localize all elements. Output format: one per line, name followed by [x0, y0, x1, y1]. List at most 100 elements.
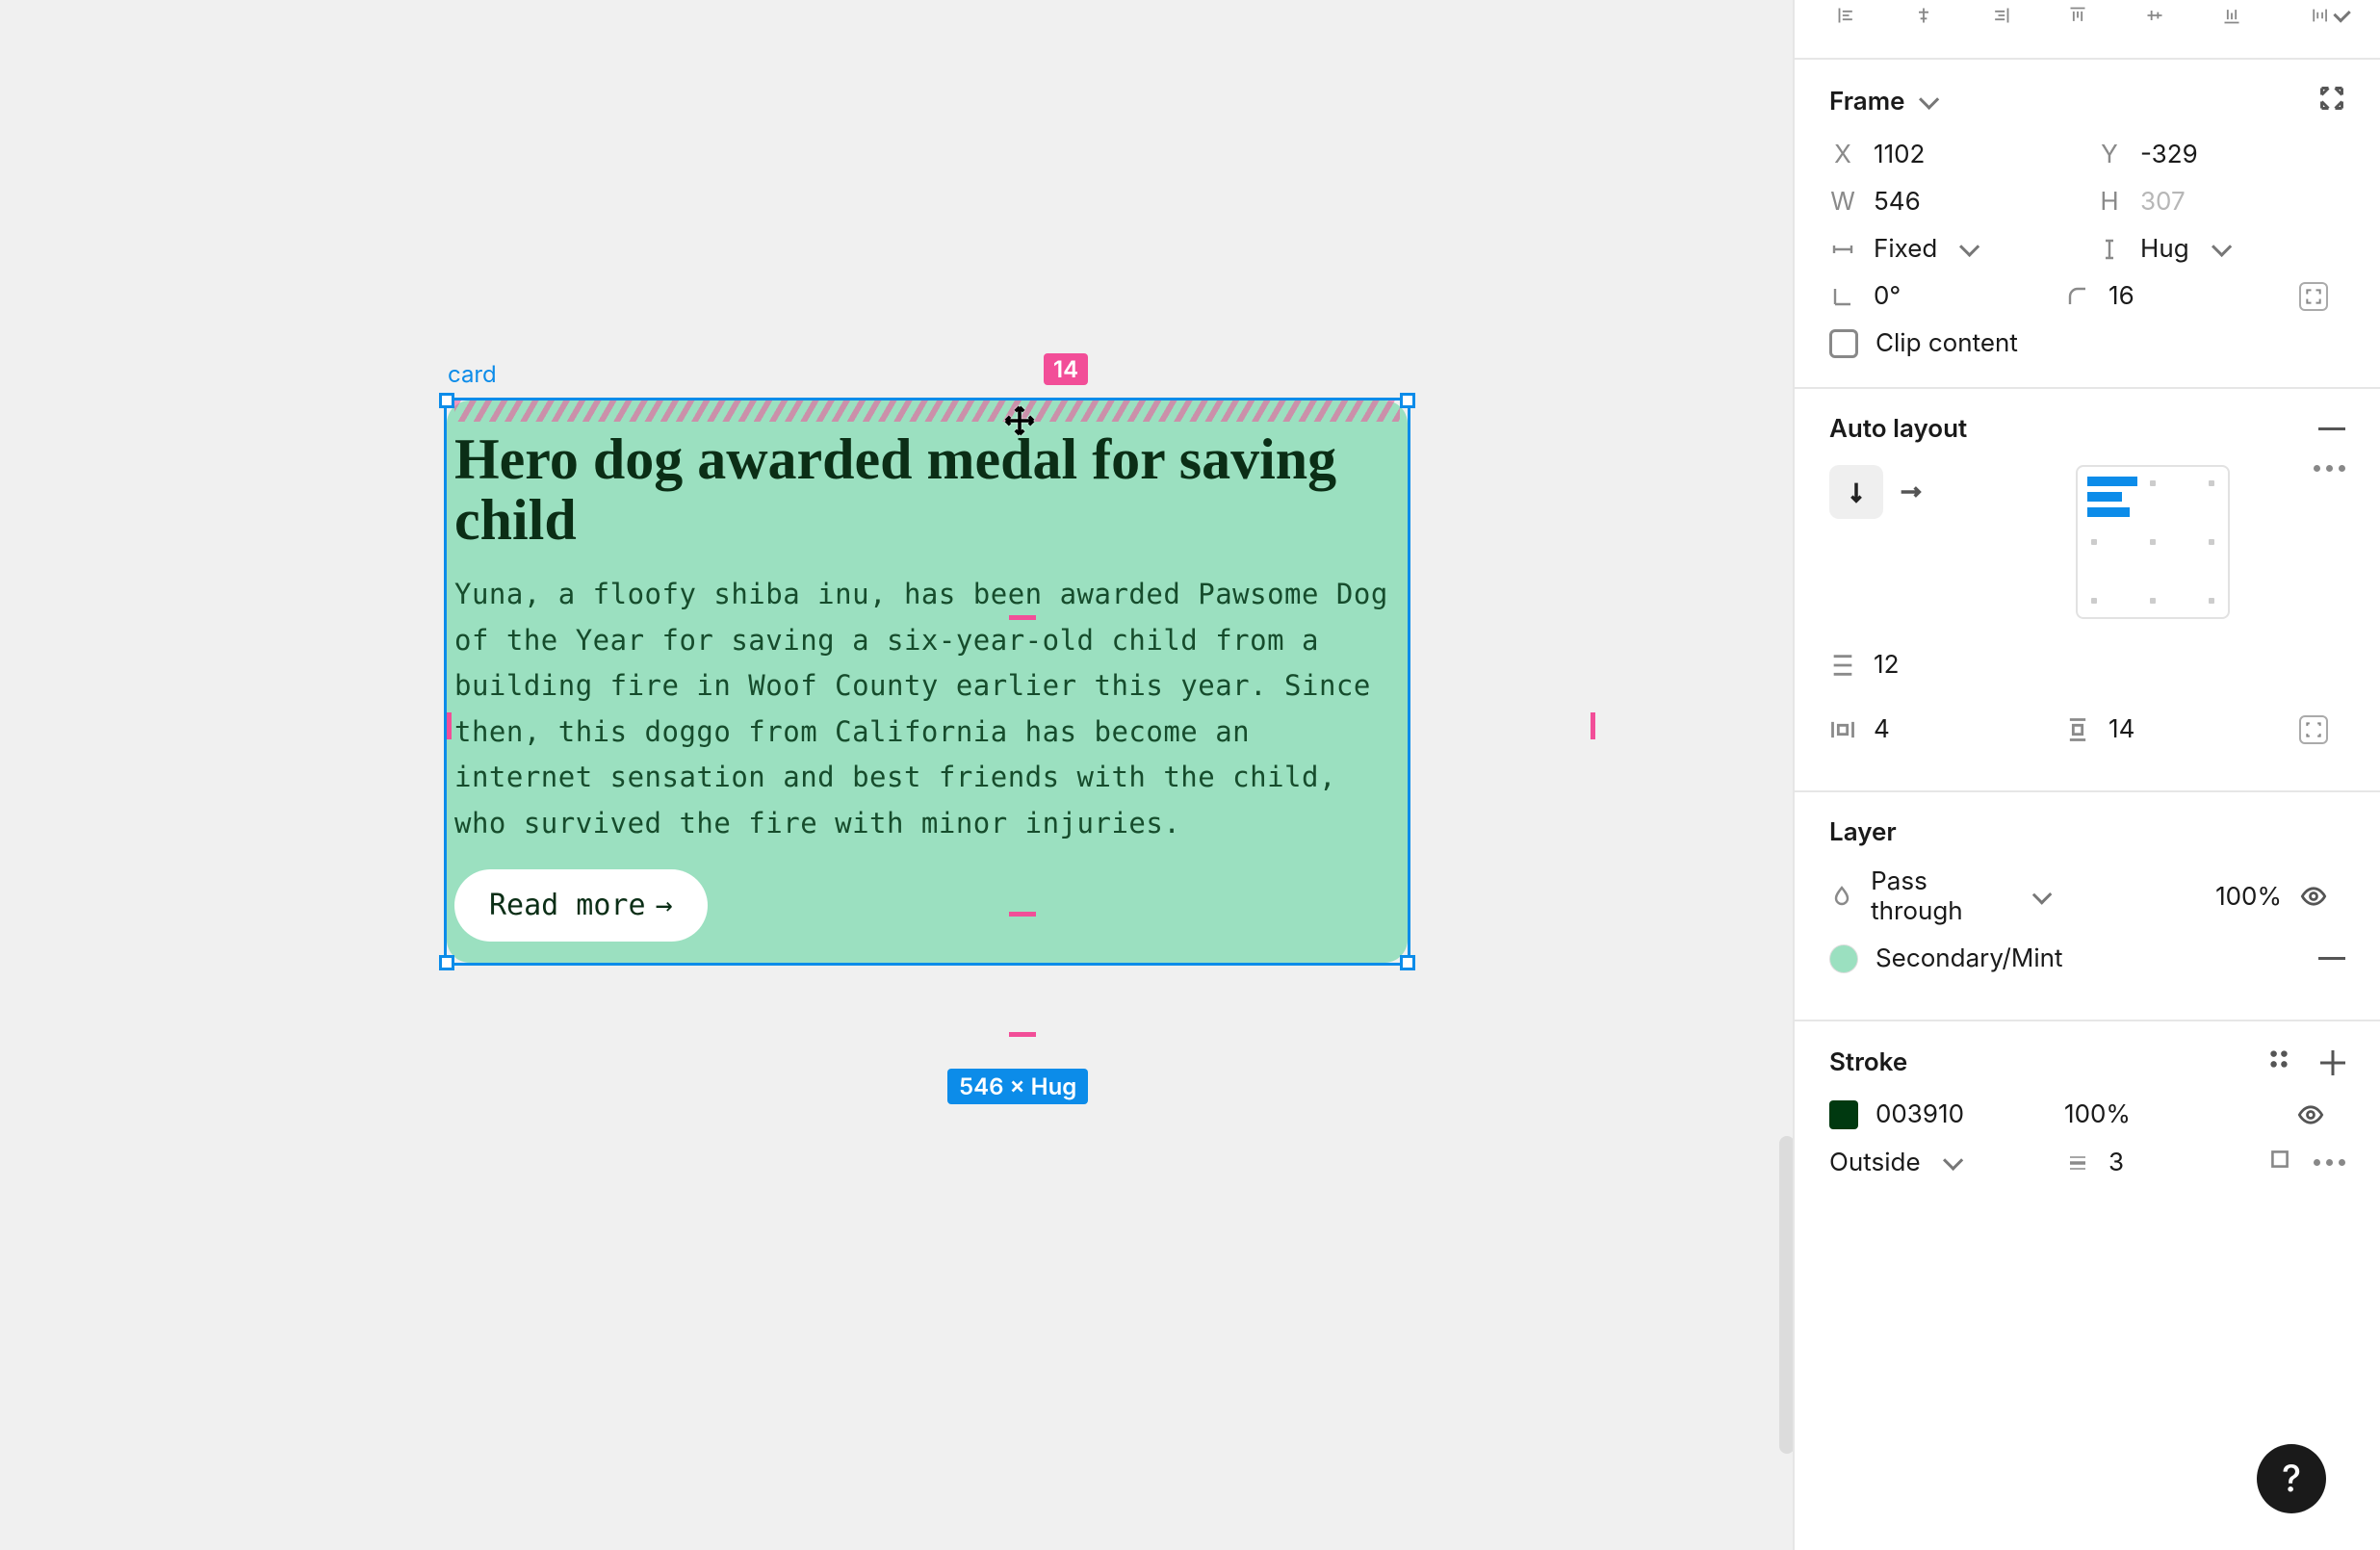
card-frame[interactable]: Hero dog awarded medal for saving child … — [447, 400, 1408, 963]
y-label: Y — [2096, 140, 2123, 169]
stroke-opacity: 100% — [2064, 1099, 2131, 1129]
stroke-sides-icon[interactable] — [2267, 1147, 2292, 1178]
stroke-title: Stroke — [1829, 1047, 1907, 1077]
selected-frame[interactable]: Hero dog awarded medal for saving child … — [444, 398, 1410, 966]
spacing-tick[interactable] — [447, 712, 452, 739]
autolayout-section: Auto layout — [1795, 389, 2380, 792]
padding-horizontal-icon — [1829, 716, 1856, 743]
alignment-box[interactable] — [2076, 465, 2230, 619]
design-panel: Frame X 1102 Y -329 W 546 H — [1793, 0, 2380, 1550]
stroke-section: Stroke 003910 100% — [1795, 1021, 2380, 1225]
corner-radius-icon — [2064, 283, 2091, 310]
stroke-swatch-icon — [1829, 1100, 1858, 1129]
align-right-icon[interactable] — [1983, 0, 2018, 31]
clip-content-label: Clip content — [1876, 328, 2018, 358]
stroke-hex: 003910 — [1876, 1099, 1964, 1129]
align-left-icon[interactable] — [1829, 0, 1864, 31]
align-top-icon[interactable] — [2060, 0, 2095, 31]
resize-handle-top-right[interactable] — [1400, 393, 1415, 408]
padding-vertical-icon — [2064, 716, 2091, 743]
distribute-icon[interactable] — [2311, 0, 2345, 31]
read-more-button[interactable]: Read more → — [454, 869, 708, 942]
fill-style-row[interactable]: Secondary/Mint — [1829, 943, 2282, 973]
canvas[interactable]: card 14 Hero dog awarded medal for savin… — [0, 0, 1793, 1550]
arrow-right-icon: → — [656, 889, 673, 922]
add-stroke-button[interactable] — [2320, 1050, 2345, 1075]
stroke-more-button[interactable] — [2314, 1159, 2345, 1166]
vertical-constraint-icon — [2096, 236, 2123, 263]
corner-radius-field[interactable]: 16 — [2064, 281, 2282, 311]
stroke-color-field[interactable]: 003910 — [1829, 1099, 2047, 1129]
stroke-styles-icon[interactable] — [2266, 1046, 2291, 1078]
direction-horizontal-button[interactable] — [1883, 465, 1937, 519]
gap-field[interactable]: 12 — [1829, 650, 2345, 680]
w-mode-select[interactable]: Fixed — [1829, 234, 2079, 264]
visibility-toggle[interactable] — [2299, 882, 2328, 911]
h-mode-value: Hug — [2140, 234, 2189, 264]
x-value: 1102 — [1874, 140, 1925, 169]
blend-icon — [1829, 883, 1853, 910]
read-more-label: Read more — [489, 889, 646, 922]
resize-to-fit-icon[interactable] — [2318, 85, 2345, 118]
card-body[interactable]: Yuna, a floofy shiba inu, has been award… — [454, 572, 1400, 846]
h-field[interactable]: H 307 — [2096, 187, 2345, 217]
stroke-opacity-field[interactable]: 100% — [2064, 1099, 2282, 1129]
padding-vertical-field[interactable]: 14 — [2064, 714, 2282, 744]
h-value: 307 — [2140, 187, 2186, 217]
stroke-position-select[interactable]: Outside — [1829, 1148, 2047, 1177]
stroke-visibility-toggle[interactable] — [2297, 1100, 2324, 1129]
rotation-value: 0° — [1874, 281, 1901, 311]
opacity-value: 100% — [2215, 882, 2282, 912]
detach-style-button[interactable] — [2318, 957, 2345, 960]
stroke-weight: 3 — [2108, 1148, 2124, 1177]
stroke-position: Outside — [1829, 1148, 1921, 1177]
h-mode-select[interactable]: Hug — [2096, 234, 2345, 264]
w-field[interactable]: W 546 — [1829, 187, 2079, 217]
w-mode-value: Fixed — [1874, 234, 1937, 264]
w-label: W — [1829, 187, 1856, 217]
y-value: -329 — [2140, 140, 2198, 169]
remove-autolayout-button[interactable] — [2318, 427, 2345, 430]
layer-section: Layer Pass through 100% Secondary/Mint — [1795, 792, 2380, 1021]
h-label: H — [2096, 187, 2123, 217]
spacing-tick[interactable] — [1009, 912, 1036, 917]
horizontal-constraint-icon — [1829, 236, 1856, 263]
spacing-tick[interactable] — [1009, 615, 1036, 620]
align-v-center-icon[interactable] — [2137, 0, 2172, 31]
fill-name: Secondary/Mint — [1876, 943, 2063, 973]
clip-content-toggle[interactable]: Clip content — [1829, 328, 2345, 358]
padding-h-value: 4 — [1874, 714, 1890, 744]
stroke-weight-field[interactable]: 3 — [2064, 1148, 2282, 1177]
padding-highlight-top[interactable] — [454, 400, 1400, 422]
frame-name-label[interactable]: card — [448, 360, 497, 388]
layer-title: Layer — [1829, 817, 1897, 847]
y-field[interactable]: Y -329 — [2096, 140, 2345, 169]
help-button[interactable]: ? — [2257, 1444, 2326, 1513]
padding-top-badge: 14 — [1044, 353, 1088, 385]
frame-section-title[interactable]: Frame — [1829, 87, 1934, 116]
corner-value: 16 — [2108, 281, 2134, 311]
autolayout-title: Auto layout — [1829, 414, 1967, 444]
spacing-tick[interactable] — [1591, 712, 1595, 739]
padding-horizontal-field[interactable]: 4 — [1829, 714, 2047, 744]
resize-handle-top-left[interactable] — [439, 393, 454, 408]
rotation-field[interactable]: 0° — [1829, 281, 2047, 311]
blend-value: Pass through — [1871, 866, 2010, 926]
x-field[interactable]: X 1102 — [1829, 140, 2079, 169]
gap-icon — [1829, 652, 1856, 679]
resize-handle-bottom-right[interactable] — [1400, 955, 1415, 970]
blend-mode-select[interactable]: Pass through — [1829, 866, 2047, 926]
card-title[interactable]: Hero dog awarded medal for saving child — [454, 429, 1400, 551]
fill-swatch-icon — [1829, 944, 1858, 973]
autolayout-more-button[interactable] — [2299, 465, 2345, 472]
spacing-tick[interactable] — [1009, 1032, 1036, 1037]
independent-corners-toggle[interactable] — [2299, 282, 2328, 311]
resize-handle-bottom-left[interactable] — [439, 955, 454, 970]
align-bottom-icon[interactable] — [2214, 0, 2249, 31]
independent-padding-toggle[interactable] — [2299, 715, 2328, 744]
opacity-field[interactable]: 100% — [2064, 882, 2282, 912]
align-h-center-icon[interactable] — [1906, 0, 1941, 31]
direction-vertical-button[interactable] — [1829, 465, 1883, 519]
move-cursor-icon — [1003, 404, 1036, 437]
frame-section: Frame X 1102 Y -329 W 546 H — [1795, 60, 2380, 389]
